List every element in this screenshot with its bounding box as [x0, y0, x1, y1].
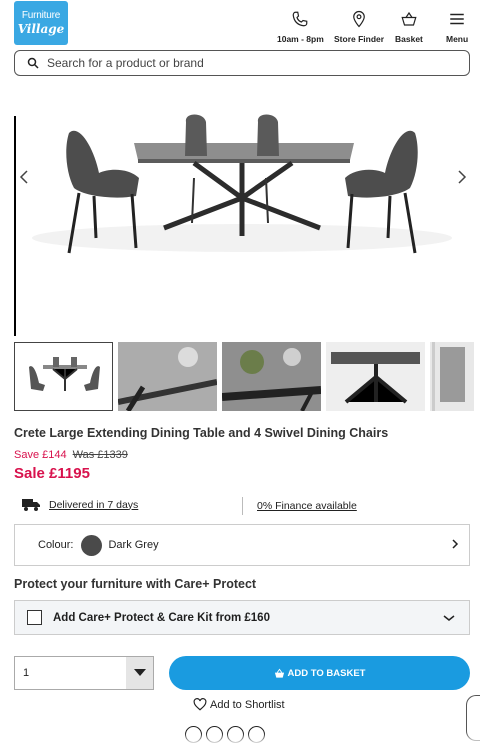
shortlist-label: Add to Shortlist	[210, 698, 285, 711]
hamburger-icon	[450, 13, 464, 25]
furniture-village-logo[interactable]: Furniture Village	[14, 1, 68, 45]
delivery-link[interactable]: Delivered in 7 days	[49, 499, 138, 511]
delivery-truck-icon	[22, 499, 40, 511]
search-icon	[27, 57, 39, 69]
search-input[interactable]	[47, 56, 427, 70]
care-protect-label: Add Care+ Protect & Care Kit from £160	[53, 611, 270, 624]
colour-selector[interactable]: Colour: Dark Grey	[14, 524, 470, 566]
sale-price: Sale £1195	[14, 465, 90, 482]
chevron-left-icon	[19, 170, 28, 184]
colour-value: Dark Grey	[108, 539, 159, 551]
chevron-down-icon	[443, 615, 455, 621]
thumbnail-5[interactable]	[430, 342, 474, 411]
quantity-select[interactable]: 1	[14, 656, 154, 690]
caret-down-icon	[133, 669, 146, 676]
heart-icon	[193, 698, 207, 711]
add-to-basket-button[interactable]: ADD TO BASKET	[169, 656, 470, 690]
thumbnail-3[interactable]	[222, 342, 321, 411]
menu-label: Menu	[446, 34, 469, 44]
add-to-basket-label: ADD TO BASKET	[287, 667, 366, 679]
store-finder-label: Store Finder	[334, 34, 385, 44]
add-to-shortlist-button[interactable]: Add to Shortlist	[193, 698, 285, 711]
divider	[242, 497, 243, 515]
store-finder-link[interactable]: Store Finder	[334, 10, 384, 44]
opening-hours-link[interactable]: 10am - 8pm	[277, 10, 324, 44]
basket-link[interactable]: Basket	[395, 10, 423, 44]
bottom-fade	[0, 733, 480, 745]
thumbnail-4[interactable]	[326, 342, 425, 411]
quantity-dropdown-button[interactable]	[126, 657, 153, 689]
next-image-button[interactable]	[452, 165, 472, 189]
basket-icon	[401, 11, 417, 26]
site-header: Furniture Village 10am - 8pm Store Finde…	[0, 0, 480, 48]
thumbnail-2[interactable]	[118, 342, 217, 411]
thumbnail-strip	[14, 342, 474, 412]
chevron-right-icon	[452, 539, 459, 549]
finance-info: 0% Finance available	[257, 500, 357, 512]
opening-hours-label: 10am - 8pm	[277, 34, 324, 44]
previous-image-button[interactable]	[14, 165, 34, 189]
care-protect-option[interactable]: Add Care+ Protect & Care Kit from £160	[14, 600, 470, 635]
care-protect-heading: Protect your furniture with Care+ Protec…	[14, 577, 257, 591]
phone-icon	[293, 11, 308, 27]
chevron-right-icon	[458, 170, 467, 184]
dining-set-photo	[32, 114, 452, 254]
delivery-info: Delivered in 7 days	[22, 498, 138, 511]
search-bar[interactable]	[14, 50, 470, 76]
basket-icon	[274, 668, 284, 678]
care-protect-checkbox[interactable]	[27, 610, 42, 625]
colour-label: Colour:	[38, 539, 74, 551]
location-pin-icon	[353, 10, 365, 28]
product-main-image[interactable]	[14, 88, 470, 336]
product-title: Crete Large Extending Dining Table and 4…	[14, 426, 389, 440]
basket-label: Basket	[395, 34, 423, 44]
was-price: Was £1339	[72, 449, 128, 461]
thumbnail-1[interactable]	[14, 342, 113, 411]
quantity-value: 1	[23, 667, 30, 679]
finance-link[interactable]: 0% Finance available	[257, 500, 357, 512]
price-savings: Save £144 Was £1339	[14, 449, 128, 461]
menu-button[interactable]: Menu	[446, 10, 468, 44]
save-amount: Save £144	[14, 449, 67, 461]
colour-swatch	[81, 534, 103, 556]
image-edge	[14, 116, 16, 336]
